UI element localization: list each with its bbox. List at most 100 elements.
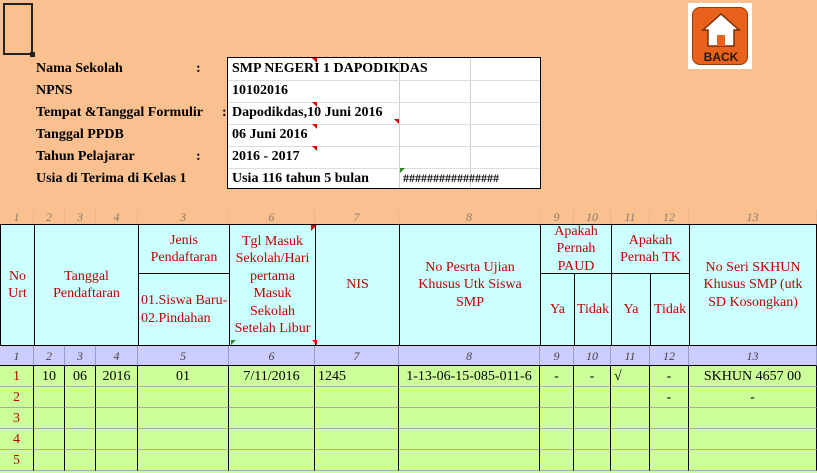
table-cell-m[interactable]: 06 [65, 366, 96, 387]
value-tempat-tanggal[interactable]: Dapodikdas,10 Juni 2016 [232, 105, 383, 121]
col-num: 2 [34, 346, 65, 366]
table-cell-y[interactable] [96, 450, 138, 471]
table-cell-tk-tidak[interactable] [650, 408, 689, 429]
value-tahun-pelajaran[interactable]: 2016 - 2017 [232, 149, 300, 165]
table-cell-peserta[interactable] [399, 408, 540, 429]
table-cell-peserta[interactable] [399, 450, 540, 471]
active-cell-selection[interactable] [3, 3, 35, 57]
back-label: BACK [703, 50, 739, 64]
info-row[interactable]: Usia 116 tahun 5 bulan ################ [228, 168, 540, 190]
table-cell-peserta[interactable]: 1-13-06-15-085-011-6 [399, 366, 540, 387]
table-cell-peserta[interactable] [399, 429, 540, 450]
info-row[interactable]: 2016 - 2017 [228, 146, 540, 169]
table-cell-jenis[interactable] [138, 387, 229, 408]
row-number[interactable]: 1 [0, 366, 34, 387]
header-paud-tidak[interactable]: Tidak [574, 273, 612, 346]
table-cell-skhun[interactable] [689, 408, 817, 429]
table-cell-m[interactable] [65, 450, 96, 471]
value-nama-sekolah[interactable]: SMP NEGERI 1 DAPODIKDAS [232, 61, 428, 77]
info-row[interactable]: SMP NEGERI 1 DAPODIKDAS [228, 58, 540, 81]
table-cell-y[interactable] [96, 387, 138, 408]
table-cell-y[interactable]: 2016 [96, 366, 138, 387]
header-tk-ya[interactable]: Ya [611, 273, 651, 346]
row-number[interactable]: 2 [0, 387, 34, 408]
table-cell-tgl[interactable] [229, 429, 315, 450]
header-paud[interactable]: Apakah Pernah PAUD [540, 224, 612, 274]
table-cell-skhun[interactable] [689, 450, 817, 471]
table-cell-d[interactable]: 10 [34, 366, 65, 387]
table-cell-paud-ya[interactable] [540, 387, 574, 408]
value-usia[interactable]: Usia 116 tahun 5 bulan [232, 171, 369, 187]
label-tahun-pelajaran: Tahun Pelajarar [36, 149, 135, 164]
table-cell-paud-ya[interactable] [540, 450, 574, 471]
table-cell-nis[interactable]: 1245 [315, 366, 399, 387]
table-cell-nis[interactable] [315, 408, 399, 429]
table-cell-skhun[interactable] [689, 429, 817, 450]
header-nis[interactable]: NIS [315, 224, 400, 346]
info-row[interactable]: 10102016 [228, 80, 540, 103]
table-cell-nis[interactable] [315, 387, 399, 408]
table-cell-d[interactable] [34, 429, 65, 450]
info-row[interactable]: 06 Juni 2016 [228, 124, 540, 147]
table-cell-skhun[interactable]: - [689, 387, 817, 408]
header-jenis-options[interactable]: 01.Siswa Baru-02.Pindahan [138, 273, 230, 346]
header-tanggal[interactable]: Tanggal Pendaftaran [34, 224, 139, 346]
table-cell-jenis[interactable] [138, 429, 229, 450]
table-cell-paud-tidak[interactable] [574, 387, 611, 408]
table-cell-tgl[interactable]: 7/11/2016 [229, 366, 315, 387]
col-num: 8 [399, 346, 540, 366]
table-cell-tgl[interactable] [229, 450, 315, 471]
table-cell-jenis[interactable] [138, 408, 229, 429]
header-skhun[interactable]: No Seri SKHUN Khusus SMP (utk SD Kosongk… [689, 224, 817, 346]
table-cell-jenis[interactable]: 01 [138, 366, 229, 387]
table-cell-tk-ya[interactable] [611, 387, 650, 408]
back-button[interactable]: BACK [688, 3, 752, 69]
table-cell-peserta[interactable] [399, 387, 540, 408]
row-number[interactable]: 3 [0, 408, 34, 429]
table-cell-jenis[interactable] [138, 450, 229, 471]
table-cell-tk-ya[interactable] [611, 429, 650, 450]
table-cell-m[interactable] [65, 387, 96, 408]
table-cell-tk-tidak[interactable] [650, 450, 689, 471]
table-cell-paud-tidak[interactable] [574, 450, 611, 471]
header-paud-ya[interactable]: Ya [540, 273, 575, 346]
header-no-urut[interactable]: No Urt [0, 224, 35, 346]
table-cell-tgl[interactable] [229, 408, 315, 429]
value-tanggal-ppdb[interactable]: 06 Juni 2016 [232, 127, 307, 143]
table-cell-tk-tidak[interactable]: - [650, 387, 689, 408]
fill-handle[interactable] [30, 52, 35, 57]
header-no-peserta[interactable]: No Pesrta Ujian Khusus Utk Siswa SMP [399, 224, 541, 346]
table-cell-paud-ya[interactable] [540, 408, 574, 429]
value-npns[interactable]: 10102016 [232, 83, 288, 99]
table-cell-paud-ya[interactable] [540, 429, 574, 450]
info-row[interactable]: Dapodikdas,10 Juni 2016 [228, 102, 540, 125]
table-cell-y[interactable] [96, 429, 138, 450]
header-jenis[interactable]: Jenis Pendaftaran [138, 224, 230, 274]
header-tk[interactable]: Apakah Pernah TK [611, 224, 690, 274]
back-button-face[interactable]: BACK [692, 7, 748, 65]
table-cell-paud-tidak[interactable]: - [574, 366, 611, 387]
table-cell-tk-ya[interactable]: √ [611, 366, 650, 387]
table-cell-d[interactable] [34, 408, 65, 429]
header-tk-tidak[interactable]: Tidak [650, 273, 690, 346]
table-cell-paud-ya[interactable]: - [540, 366, 574, 387]
table-cell-tk-tidak[interactable]: - [650, 366, 689, 387]
table-cell-nis[interactable] [315, 429, 399, 450]
table-cell-d[interactable] [34, 450, 65, 471]
table-cell-y[interactable] [96, 408, 138, 429]
row-number[interactable]: 4 [0, 429, 34, 450]
header-tgl-masuk[interactable]: Tgl Masuk Sekolah/Hari pertama Masuk Sek… [229, 224, 316, 346]
table-cell-tk-ya[interactable] [611, 408, 650, 429]
table-cell-paud-tidak[interactable] [574, 408, 611, 429]
table-cell-tk-tidak[interactable] [650, 429, 689, 450]
table-cell-m[interactable] [65, 408, 96, 429]
row-number[interactable]: 5 [0, 450, 34, 471]
table-cell-tk-ya[interactable] [611, 450, 650, 471]
table-cell-nis[interactable] [315, 450, 399, 471]
table-cell-paud-tidak[interactable] [574, 429, 611, 450]
table-cell-skhun[interactable]: SKHUN 4657 00 [689, 366, 817, 387]
table-cell-d[interactable] [34, 387, 65, 408]
table-cell-m[interactable] [65, 429, 96, 450]
table-cell-tgl[interactable] [229, 387, 315, 408]
overflow-value[interactable]: ################ [403, 171, 499, 186]
